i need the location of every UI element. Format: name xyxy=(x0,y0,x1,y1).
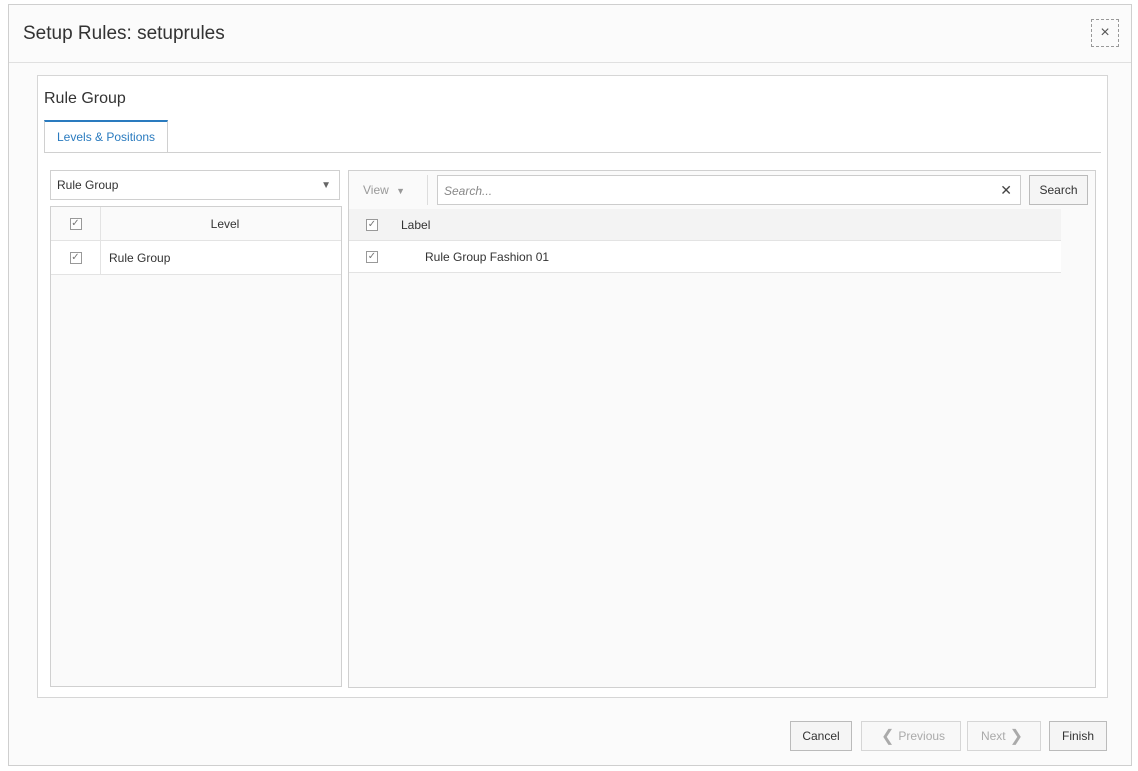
select-all-cell: ✓ xyxy=(349,209,395,240)
tab-divider xyxy=(44,152,1101,153)
section-title: Rule Group xyxy=(44,90,126,107)
rule-group-panel: Rule Group Levels & Positions Rule Group… xyxy=(37,75,1108,698)
chevron-right-icon: ❯ xyxy=(1009,728,1024,745)
tab-levels-positions[interactable]: Levels & Positions xyxy=(44,120,169,152)
dialog-header: Setup Rules: setuprules × xyxy=(9,5,1131,63)
finish-button[interactable]: Finish xyxy=(1049,721,1107,751)
select-all-cell: ✓ xyxy=(51,207,101,240)
table-row[interactable]: ✓ Rule Group xyxy=(51,241,341,275)
label-column-header[interactable]: Label xyxy=(395,218,1061,232)
level-select-value: Rule Group xyxy=(57,178,119,192)
level-column-header[interactable]: Level xyxy=(101,217,341,231)
search-box: ✕ xyxy=(437,175,1021,205)
search-input[interactable] xyxy=(444,182,984,200)
row-check-cell: ✓ xyxy=(349,241,395,272)
level-select[interactable]: Rule Group ▼ xyxy=(50,170,340,200)
next-button[interactable]: Next ❯ xyxy=(967,721,1041,751)
toolbar-separator xyxy=(427,175,428,205)
dropdown-arrow-icon: ▼ xyxy=(321,180,331,191)
setup-rules-dialog: Setup Rules: setuprules × Rule Group Lev… xyxy=(8,4,1132,766)
label-cell: Rule Group Fashion 01 xyxy=(425,249,550,264)
row-checkbox[interactable]: ✓ xyxy=(69,251,82,264)
view-label: View xyxy=(363,183,389,197)
next-label: Next xyxy=(980,729,1006,743)
close-button[interactable]: × xyxy=(1091,19,1119,47)
positions-grid: ✓ Label ✓ Rule Group Fashion 01 xyxy=(349,209,1061,273)
search-button[interactable]: Search xyxy=(1029,175,1088,205)
clear-search-icon[interactable]: ✕ xyxy=(1000,182,1012,199)
select-all-checkbox[interactable]: ✓ xyxy=(69,217,82,230)
row-check-cell: ✓ xyxy=(51,241,101,274)
positions-panel: View ▼ ✕ Search ✓ Label xyxy=(348,170,1096,688)
select-all-checkbox[interactable]: ✓ xyxy=(366,218,378,231)
close-icon: × xyxy=(1100,24,1110,41)
chevron-left-icon: ❮ xyxy=(880,728,895,745)
positions-toolbar: View ▼ ✕ Search xyxy=(349,171,1095,209)
table-row[interactable]: ✓ Rule Group Fashion 01 xyxy=(349,241,1061,273)
previous-label: Previous xyxy=(898,729,946,743)
levels-grid: ✓ Level ✓ Rule Group xyxy=(50,206,342,687)
dialog-title: Setup Rules: setuprules xyxy=(23,23,225,44)
positions-grid-header: ✓ Label xyxy=(349,209,1061,241)
levels-grid-header: ✓ Level xyxy=(51,207,341,241)
previous-button[interactable]: ❮ Previous xyxy=(861,721,961,751)
row-checkbox[interactable]: ✓ xyxy=(366,250,378,263)
view-dropdown-arrow-icon: ▼ xyxy=(396,186,406,196)
cancel-button[interactable]: Cancel xyxy=(790,721,852,751)
level-cell: Rule Group xyxy=(109,250,171,265)
dialog-footer: Cancel ❮ Previous Next ❯ Finish xyxy=(9,705,1131,765)
view-menu-button[interactable]: View ▼ xyxy=(363,183,405,197)
